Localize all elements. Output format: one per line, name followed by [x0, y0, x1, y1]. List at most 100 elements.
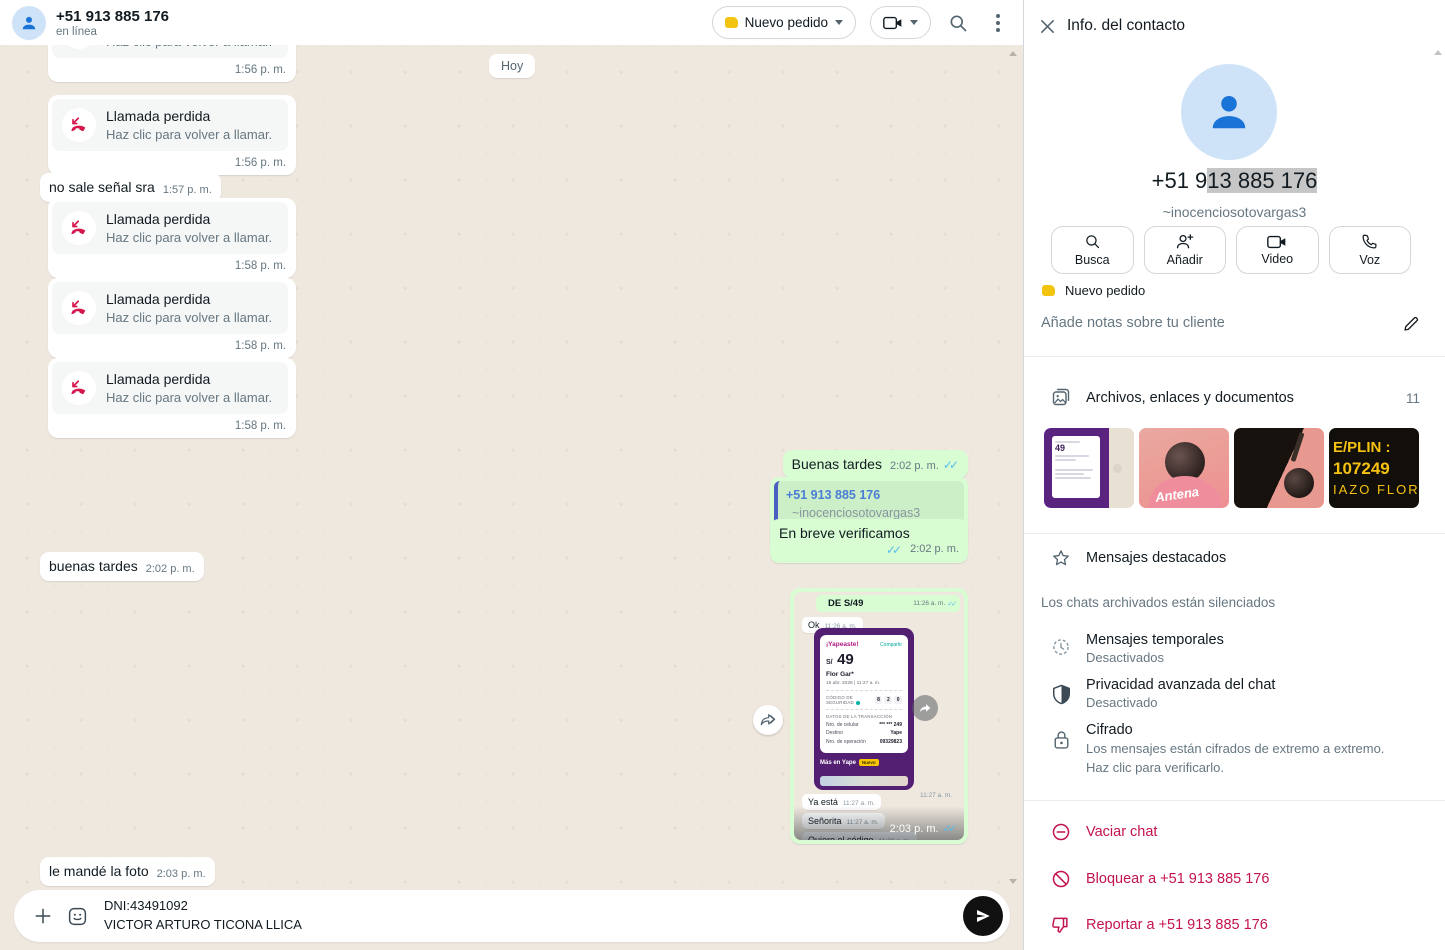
menu-button[interactable] [985, 10, 1011, 36]
shield-icon [1050, 683, 1072, 705]
action-label: Voz [1359, 253, 1380, 267]
message-time: 2:02 p. m. [890, 460, 939, 472]
contact-avatar-large[interactable] [1181, 64, 1277, 160]
quote-sender: +51 913 885 176 [786, 488, 880, 502]
media-thumbnail-yape[interactable]: 49 [1044, 428, 1134, 508]
chat-column: +51 913 885 176 en línea Nuevo pedido [0, 0, 1023, 950]
advanced-privacy-status: Desactivado [1086, 695, 1158, 710]
search-chat-button[interactable]: Busca [1051, 226, 1134, 274]
tx-key: Nro. de celular [826, 722, 859, 728]
encryption-description: Los mensajes están cifrados de extremo a… [1086, 740, 1400, 778]
inner-forward-icon [912, 695, 938, 721]
missed-call-message[interactable]: Llamada perdida Haz clic para volver a l… [48, 95, 296, 175]
clear-chat-button[interactable]: Vaciar chat [1086, 824, 1157, 840]
missed-call-title: Llamada perdida [106, 108, 272, 124]
media-thumbnail-plin[interactable]: E/PLIN : 107249 IAZO FLOR [1329, 428, 1419, 508]
media-thumbnail-dark[interactable] [1234, 428, 1324, 508]
message-text: no sale señal sra [49, 179, 155, 195]
mas-en-yape-label: Más en Yape [820, 760, 856, 766]
message-input[interactable]: DNI:43491092 VICTOR ARTURO TICONA LLICA [104, 897, 963, 935]
message-text: le mandé la foto [49, 863, 149, 879]
video-call-button[interactable] [870, 6, 931, 39]
yape-receipt-card: ¡Yapeaste! Compartir S/ 49 Flor Gar* 15 … [820, 635, 908, 753]
media-thumbnail-antenna[interactable]: Antena [1139, 428, 1229, 508]
inner-message-text: DE S/49 [828, 598, 863, 609]
disappearing-messages-status: Desactivados [1086, 650, 1164, 665]
receipt-date: 15 abr. 2026 | 11:27 a. m. [826, 681, 902, 686]
missed-call-message[interactable]: Llamada perdida Haz clic para volver a l… [48, 278, 296, 358]
nuevo-pedido-chip[interactable]: Nuevo pedido [1042, 283, 1145, 298]
outgoing-image-message[interactable]: DE S/49 11:26 a. m. ✓✓ Ok11:26 a. m. ¡Ya… [790, 588, 968, 844]
missed-call-message[interactable]: Llamada perdida Haz clic para volver a l… [48, 358, 296, 438]
panel-scrollbar-up[interactable] [1434, 50, 1442, 55]
read-receipt-icon: ✓✓ [943, 823, 957, 835]
date-chip: Hoy [489, 54, 535, 78]
message-list[interactable]: Hoy Llamada perdida Haz clic para volver… [0, 45, 1023, 950]
minus-circle-icon [1050, 821, 1072, 843]
chat-status: en línea [56, 26, 169, 38]
incoming-message[interactable]: buenas tardes2:02 p. m. [40, 552, 204, 581]
encryption-row[interactable]: Cifrado [1086, 722, 1133, 738]
read-receipt-icon: ✓✓ [886, 543, 902, 557]
block-contact-button[interactable]: Bloquear a +51 913 885 176 [1086, 871, 1269, 887]
tx-key: Nro. de operación [826, 739, 866, 745]
star-icon [1050, 547, 1072, 569]
chevron-down-icon [835, 20, 843, 25]
tx-value: 09329823 [880, 739, 902, 745]
chat-scrollbar-down[interactable] [1009, 879, 1017, 884]
lock-icon [1050, 729, 1072, 751]
search-button[interactable] [945, 10, 971, 36]
transaction-data-label: DATOS DE LA TRANSACCIÓN [826, 714, 902, 719]
attach-button[interactable] [30, 903, 56, 929]
outgoing-message[interactable]: En breve verificamos2:02 p. m.✓✓ [770, 519, 968, 563]
close-panel-button[interactable] [1039, 17, 1057, 35]
edit-notes-button[interactable] [1402, 315, 1420, 333]
voice-call-button[interactable]: Voz [1329, 226, 1412, 274]
video-camera-icon [1267, 235, 1287, 249]
missed-call-card: Llamada perdida Haz clic para volver a l… [52, 202, 288, 254]
emoji-button[interactable] [64, 903, 90, 929]
missed-call-card: Llamada perdida Haz clic para volver a l… [52, 99, 288, 151]
chat-scrollbar-up[interactable] [1009, 51, 1017, 56]
add-contact-button[interactable]: Añadir [1144, 226, 1227, 274]
missed-call-message[interactable]: Llamada perdida Haz clic para volver a l… [48, 198, 296, 278]
chip-label: Nuevo pedido [1065, 283, 1145, 298]
currency-label: S/ [826, 659, 833, 666]
composer-pill: DNI:43491092 VICTOR ARTURO TICONA LLICA [14, 890, 1010, 942]
disappearing-messages-row[interactable]: Mensajes temporales [1086, 632, 1224, 648]
chat-header-info[interactable]: +51 913 885 176 en línea [56, 8, 169, 38]
thumbnail-receipt-card: 49 [1052, 436, 1100, 498]
message-time: 1:56 p. m. [52, 64, 288, 76]
phone-icon [1361, 233, 1378, 250]
receipt-bottom-strip [820, 776, 908, 786]
action-label: Añadir [1167, 253, 1203, 267]
advanced-privacy-row[interactable]: Privacidad avanzada del chat [1086, 677, 1275, 693]
image-content[interactable]: DE S/49 11:26 a. m. ✓✓ Ok11:26 a. m. ¡Ya… [794, 592, 964, 840]
missed-call-message[interactable]: Llamada perdida Haz clic para volver a l… [48, 45, 296, 82]
missed-call-card: Llamada perdida Haz clic para volver a l… [52, 282, 288, 334]
thumbnail-text: 107249 [1333, 459, 1419, 479]
forward-message-button[interactable] [753, 705, 783, 735]
security-code-label: CÓDIGO DE SEGURIDAD [826, 695, 875, 705]
nuevo-pedido-button[interactable]: Nuevo pedido [712, 6, 856, 39]
outgoing-message[interactable]: Buenas tardes2:02 p. m.✓✓ [783, 450, 968, 478]
video-call-button[interactable]: Video [1236, 226, 1319, 274]
message-time: 1:58 p. m. [52, 340, 288, 352]
report-contact-button[interactable]: Reportar a +51 913 885 176 [1086, 917, 1268, 933]
yape-receipt-image: ¡Yapeaste! Compartir S/ 49 Flor Gar* 15 … [814, 628, 914, 790]
input-line-2: VICTOR ARTURO TICONA LLICA [104, 916, 963, 935]
whatsapp-window: +51 913 885 176 en línea Nuevo pedido [0, 0, 1445, 950]
incoming-message[interactable]: le mandé la foto2:03 p. m. [40, 857, 215, 886]
panel-title: Info. del contacto [1067, 17, 1185, 35]
send-button[interactable] [963, 896, 1003, 936]
customer-notes-placeholder[interactable]: Añade notas sobre tu cliente [1041, 315, 1395, 331]
missed-call-icon [62, 108, 96, 142]
missed-call-title: Llamada perdida [106, 371, 272, 387]
starred-messages-row[interactable]: Mensajes destacados [1086, 550, 1226, 566]
media-section-title[interactable]: Archivos, enlaces y documentos [1086, 390, 1294, 406]
pencil-icon [1402, 315, 1420, 333]
missed-call-texts: Llamada perdida Haz clic para volver a l… [106, 211, 272, 245]
contact-avatar[interactable] [12, 6, 46, 40]
yape-brand-text: ¡Yapeaste! [826, 641, 859, 648]
message-time: 2:02 p. m. [146, 563, 195, 575]
